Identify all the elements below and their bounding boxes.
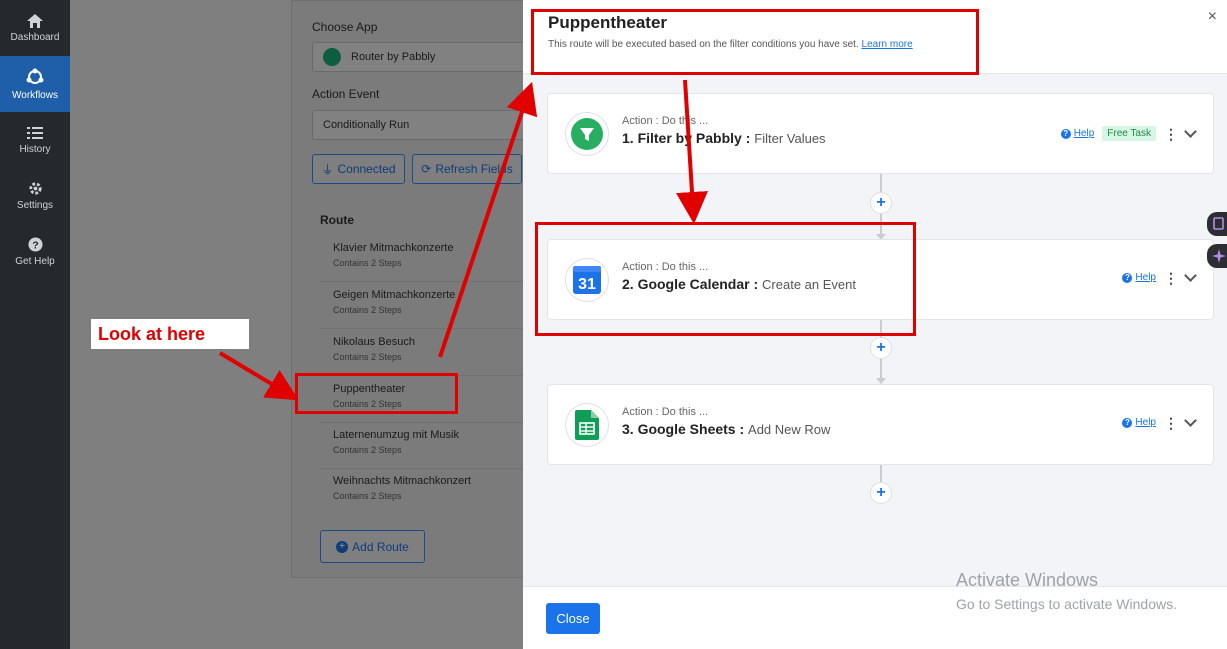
add-route-button[interactable]: + Add Route: [320, 530, 425, 563]
close-icon[interactable]: ×: [1208, 8, 1217, 26]
chevron-down-icon[interactable]: [1184, 269, 1197, 282]
choose-app-label: Choose App: [312, 20, 378, 34]
help-circle-icon: ?: [1060, 128, 1071, 139]
action-app: 1. Filter by Pabbly :: [622, 130, 751, 146]
google-sheets-app-icon: [565, 403, 609, 447]
action-card-filter[interactable]: Action : Do this ... 1. Filter by Pabbly…: [547, 93, 1214, 174]
help-label: Help: [1135, 417, 1156, 428]
chevron-down-icon[interactable]: [1184, 125, 1197, 138]
annotation-box-route: [295, 373, 458, 414]
sparkle-icon: [1212, 249, 1226, 263]
route-steps: Contains 2 Steps: [333, 445, 402, 455]
free-task-badge: Free Task: [1102, 126, 1156, 141]
router-app-icon: [323, 48, 341, 66]
route-name: Nikolaus Besuch: [333, 336, 415, 348]
route-name: Laternenumzug mit Musik: [333, 429, 459, 441]
route-name: Geigen Mitmachkonzerte: [333, 289, 456, 301]
chevron-down-icon[interactable]: [1184, 414, 1197, 427]
gear-icon: [28, 182, 42, 195]
action-label: Action : Do this ...: [622, 406, 709, 418]
action-title: 3. Google Sheets : Add New Row: [622, 421, 830, 437]
choose-app-value: Router by Pabbly: [351, 51, 436, 63]
side-widget-button[interactable]: [1207, 212, 1227, 236]
refresh-fields-button[interactable]: ⟳ Refresh Fields: [412, 154, 522, 184]
filter-app-icon: [565, 112, 609, 156]
workflow-icon: [26, 68, 44, 84]
route-name: Klavier Mitmachkonzerte: [333, 242, 454, 254]
card-controls: ? Help ⋮: [1122, 414, 1197, 430]
nav-item-workflows[interactable]: Workflows: [0, 56, 70, 112]
help-link[interactable]: ? Help: [1060, 128, 1095, 139]
add-route-label: Add Route: [352, 539, 409, 554]
close-button[interactable]: Close: [546, 603, 600, 634]
choose-app-select[interactable]: Router by Pabbly: [312, 42, 527, 72]
route-section-title: Route: [320, 213, 354, 227]
notes-icon: [1213, 217, 1224, 230]
help-label: Help: [1073, 128, 1095, 139]
nav-item-dashboard[interactable]: Dashboard: [0, 0, 70, 56]
nav-label: Workflows: [12, 89, 58, 101]
route-item[interactable]: Weihnachts Mitmachkonzert Contains 2 Ste…: [320, 469, 530, 515]
nav-label: History: [19, 143, 51, 155]
connected-label: Connected: [337, 162, 396, 176]
action-label: Action : Do this ...: [622, 115, 709, 127]
card-controls: ? Help ⋮: [1122, 269, 1197, 285]
refresh-icon: ⟳: [421, 162, 432, 176]
svg-text:?: ?: [32, 240, 38, 251]
annotation-box-calendar: [535, 222, 916, 336]
nav-item-history[interactable]: History: [0, 112, 70, 168]
route-item[interactable]: Laternenumzug mit Musik Contains 2 Steps: [320, 423, 530, 469]
activate-windows-subtitle: Go to Settings to activate Windows.: [956, 596, 1177, 612]
refresh-label: Refresh Fields: [435, 162, 513, 176]
plus-circle-icon: +: [336, 540, 349, 553]
nav-item-get-help[interactable]: ? Get Help: [0, 224, 70, 280]
add-step-button[interactable]: +: [870, 192, 892, 214]
route-item[interactable]: Nikolaus Besuch Contains 2 Steps: [320, 330, 530, 376]
add-step-button[interactable]: +: [870, 337, 892, 359]
route-steps: Contains 2 Steps: [333, 258, 402, 268]
sidebar-nav: Dashboard Workflows History Settings ? G…: [0, 0, 70, 649]
help-circle-icon: ?: [1122, 272, 1133, 283]
plug-icon: ⏚: [321, 162, 334, 177]
more-vertical-icon[interactable]: ⋮: [1164, 271, 1178, 285]
help-link[interactable]: ? Help: [1122, 417, 1156, 428]
help-label: Help: [1135, 272, 1156, 283]
action-event: Filter Values: [754, 131, 826, 146]
help-circle-icon: ?: [1122, 417, 1133, 428]
route-steps: Contains 2 Steps: [333, 352, 402, 362]
nav-label: Dashboard: [10, 31, 60, 43]
route-steps: Contains 2 Steps: [333, 491, 402, 501]
history-icon: [27, 126, 43, 139]
google-sheets-icon: [575, 410, 599, 440]
nav-label: Get Help: [15, 256, 55, 267]
annotation-callout: Look at here: [91, 319, 249, 349]
route-item[interactable]: Klavier Mitmachkonzerte Contains 2 Steps: [320, 236, 530, 282]
help-link[interactable]: ? Help: [1122, 272, 1156, 283]
side-widget-button[interactable]: [1207, 244, 1227, 268]
action-event-label: Action Event: [312, 87, 380, 101]
connected-button[interactable]: ⏚ Connected: [312, 154, 405, 184]
annotation-box-title: [531, 9, 979, 75]
more-vertical-icon[interactable]: ⋮: [1164, 127, 1178, 141]
action-app: 3. Google Sheets :: [622, 421, 745, 437]
help-icon: ?: [27, 237, 43, 252]
connector-line: [880, 465, 882, 483]
filter-icon: [571, 118, 603, 150]
activate-windows-title: Activate Windows: [956, 570, 1099, 590]
action-event-select[interactable]: Conditionally Run: [312, 110, 527, 140]
action-card-google-sheets[interactable]: Action : Do this ... 3. Google Sheets : …: [547, 384, 1214, 465]
nav-label: Settings: [16, 200, 54, 211]
card-controls: ? Help Free Task ⋮: [1060, 125, 1197, 141]
home-icon: [27, 13, 43, 28]
annotation-arrow-to-route: [218, 351, 299, 401]
route-steps: Contains 2 Steps: [333, 305, 402, 315]
action-event: Add New Row: [748, 422, 831, 437]
more-vertical-icon[interactable]: ⋮: [1164, 416, 1178, 430]
route-name: Weihnachts Mitmachkonzert: [333, 475, 471, 487]
nav-item-settings[interactable]: Settings: [0, 168, 70, 224]
action-title: 1. Filter by Pabbly : Filter Values: [622, 130, 826, 146]
add-step-button[interactable]: +: [870, 482, 892, 504]
route-item[interactable]: Geigen Mitmachkonzerte Contains 2 Steps: [320, 283, 530, 329]
